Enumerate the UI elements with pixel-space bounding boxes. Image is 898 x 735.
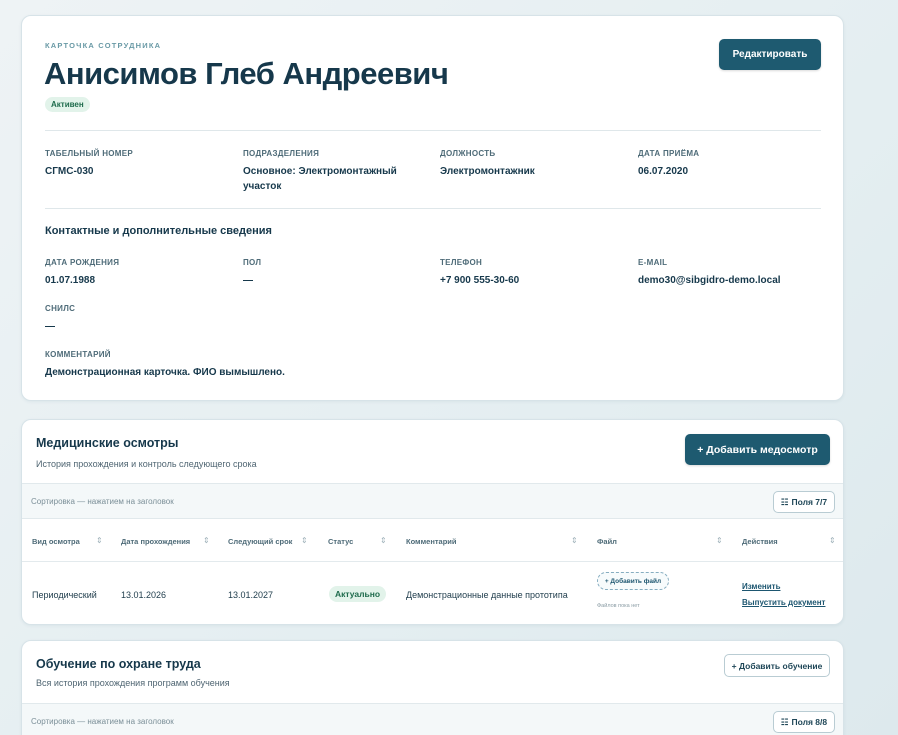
add-medical-button[interactable]: + Добавить медосмотр — [685, 434, 830, 465]
sort-icon[interactable]: ⇕ — [301, 536, 308, 545]
position-label: ДОЛЖНОСТЬ — [440, 149, 496, 158]
cell-type: Периодический — [32, 590, 97, 600]
medical-title: Медицинские осмотры — [36, 436, 179, 450]
add-training-button[interactable]: + Добавить обучение — [724, 654, 830, 677]
cell-date: 13.01.2026 — [121, 590, 167, 600]
sort-bar: Сортировка — нажатием на заголовок ☷ Пол… — [22, 703, 843, 735]
medical-subtitle: История прохождения и контроль следующег… — [36, 459, 257, 469]
sort-bar: Сортировка — нажатием на заголовок ☷ Пол… — [22, 483, 843, 519]
column-header-date[interactable]: Дата прохождения — [121, 537, 190, 546]
phone-value: +7 900 555-30-60 — [440, 275, 520, 286]
edit-link[interactable]: Изменить — [742, 582, 780, 591]
card-eyebrow: КАРТОЧКА СОТРУДНИКА — [45, 41, 162, 50]
columns-icon: ☷ — [780, 496, 789, 507]
birth-date-value: 01.07.1988 — [45, 275, 96, 286]
email-value: demo30@sibgidro-demo.local — [638, 275, 781, 286]
sort-hint: Сортировка — нажатием на заголовок — [31, 717, 174, 726]
training-subtitle: Вся история прохождения программ обучени… — [36, 678, 230, 688]
sort-icon[interactable]: ⇕ — [716, 536, 723, 545]
fields-label: Поля 8/8 — [791, 717, 828, 727]
status-badge: Активен — [45, 97, 90, 112]
sort-icon[interactable]: ⇕ — [829, 536, 836, 545]
hire-date-value: 06.07.2020 — [638, 166, 689, 177]
medical-exams-card: Медицинские осмотры История прохождения … — [21, 419, 844, 625]
snils-label: СНИЛС — [45, 304, 76, 313]
contacts-title: Контактные и дополнительные сведения — [45, 225, 272, 237]
comment-value: Демонстрационная карточка. ФИО вымышлено… — [45, 367, 285, 378]
training-card: Обучение по охране труда Вся история про… — [21, 640, 844, 735]
phone-label: ТЕЛЕФОН — [440, 258, 483, 267]
gender-label: ПОЛ — [243, 258, 262, 267]
gender-value: — — [243, 275, 253, 286]
column-header-file[interactable]: Файл — [597, 537, 617, 546]
training-title: Обучение по охране труда — [36, 657, 201, 671]
sort-hint: Сортировка — нажатием на заголовок — [31, 497, 174, 506]
column-header-actions[interactable]: Действия — [742, 537, 778, 546]
sort-icon[interactable]: ⇕ — [571, 536, 578, 545]
tab-number-label: ТАБЕЛЬНЫЙ НОМЕР — [45, 149, 134, 158]
comment-label: КОММЕНТАРИЙ — [45, 350, 111, 359]
cell-comment: Демонстрационные данные прототипа — [406, 590, 568, 600]
employee-card: КАРТОЧКА СОТРУДНИКА Анисимов Глеб Андрее… — [21, 15, 844, 401]
birth-date-label: ДАТА РОЖДЕНИЯ — [45, 258, 120, 267]
row-divider — [22, 561, 843, 562]
employee-name: Анисимов Глеб Андреевич — [44, 56, 449, 91]
sort-icon[interactable]: ⇕ — [203, 536, 210, 545]
column-header-status[interactable]: Статус — [328, 537, 353, 546]
columns-icon: ☷ — [780, 716, 789, 727]
fields-label: Поля 7/7 — [791, 497, 828, 507]
edit-button[interactable]: Редактировать — [719, 39, 821, 70]
divider — [45, 130, 821, 131]
status-badge: Актуально — [329, 586, 387, 602]
divider — [45, 208, 821, 209]
fields-toggle-button[interactable]: ☷ Поля 7/7 — [773, 491, 835, 513]
position-value: Электромонтажник — [440, 166, 535, 177]
sort-icon[interactable]: ⇕ — [96, 536, 103, 545]
hire-date-label: ДАТА ПРИЁМА — [638, 149, 700, 158]
column-header-type[interactable]: Вид осмотра — [32, 537, 80, 546]
snils-value: — — [45, 321, 55, 332]
no-files-text: Файлов пока нет — [597, 603, 640, 609]
cell-next: 13.01.2027 — [228, 590, 274, 600]
add-file-button[interactable]: + Добавить файл — [597, 572, 669, 590]
division-label: ПОДРАЗДЕЛЕНИЯ — [243, 149, 320, 158]
tab-number-value: СГМС-030 — [45, 166, 94, 177]
column-header-comment[interactable]: Комментарий — [406, 537, 457, 546]
email-label: E-MAIL — [638, 258, 668, 267]
sort-icon[interactable]: ⇕ — [380, 536, 387, 545]
issue-document-link[interactable]: Выпустить документ — [742, 598, 825, 607]
column-header-next[interactable]: Следующий срок — [228, 537, 292, 546]
division-value: Основное: Электромонтажный участок — [243, 166, 397, 192]
fields-toggle-button[interactable]: ☷ Поля 8/8 — [773, 711, 835, 733]
